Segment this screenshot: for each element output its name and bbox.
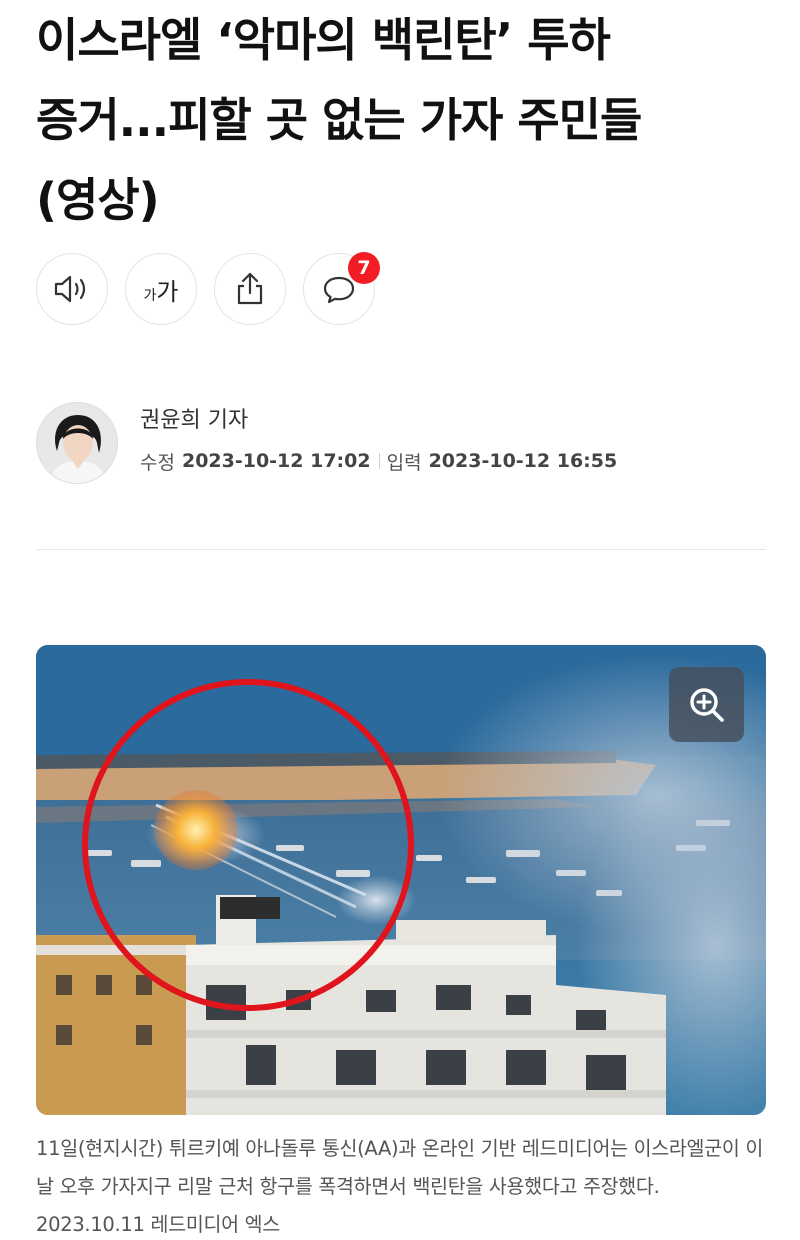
published-date: 2023-10-12 16:55	[428, 450, 618, 472]
zoom-button[interactable]	[669, 667, 744, 742]
headline-line-3: (영상)	[36, 173, 160, 227]
modified-label: 수정	[140, 451, 175, 474]
comment-button[interactable]: 7	[303, 252, 380, 325]
photo-image	[36, 645, 766, 1115]
author-block: 권윤희 기자 수정 2023-10-12 17:02 입력 2023-10-12…	[36, 402, 617, 484]
listen-button[interactable]	[36, 253, 108, 325]
comment-count-badge: 7	[348, 252, 380, 284]
font-size-small-label: 가	[143, 287, 157, 304]
modified-date: 2023-10-12 17:02	[181, 450, 371, 472]
date-separator	[378, 453, 380, 469]
share-button[interactable]	[214, 253, 286, 325]
headline-line-1: 이스라엘 ‘악마의 백린탄’ 투하	[36, 13, 611, 67]
speaker-icon	[54, 275, 86, 303]
published-label: 입력	[386, 451, 422, 474]
headline-line-2: 증거...피할 곳 없는 가자 주민들	[36, 93, 642, 147]
font-size-large-label: 가	[156, 277, 179, 306]
author-avatar[interactable]	[36, 402, 118, 484]
font-size-icon: 가 가	[144, 272, 179, 307]
author-name[interactable]: 권윤희 기자	[140, 406, 617, 436]
photo-caption: 11일(현지시간) 튀르키예 아나돌루 통신(AA)과 온라인 기반 레드미디어…	[36, 1137, 764, 1236]
zoom-in-icon	[689, 687, 724, 722]
article-photo[interactable]	[36, 645, 766, 1115]
article-headline: 이스라엘 ‘악마의 백린탄’ 투하 증거...피할 곳 없는 가자 주민들 (영…	[36, 0, 776, 240]
section-divider	[36, 549, 766, 550]
article-action-bar: 가 가 7	[36, 252, 380, 325]
font-size-button[interactable]: 가 가	[125, 253, 197, 325]
share-icon	[237, 272, 263, 305]
article-dates: 수정 2023-10-12 17:02 입력 2023-10-12 16:55	[140, 448, 617, 475]
